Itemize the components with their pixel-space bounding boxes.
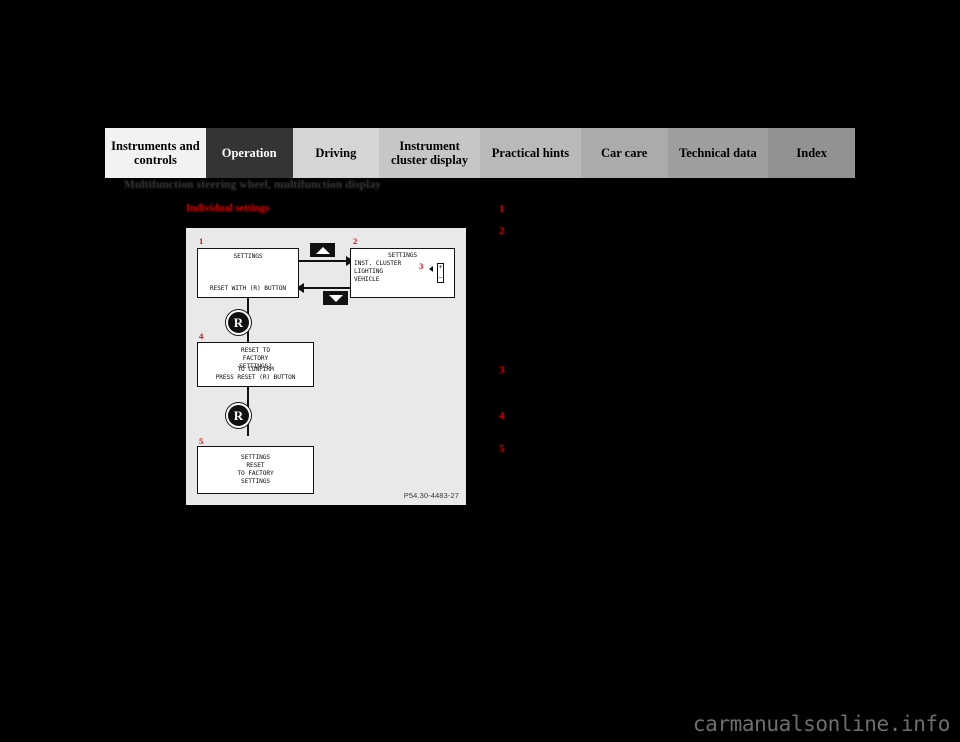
screen1-footer: RESET WITH (R) BUTTON: [209, 285, 287, 293]
screen4-instruction: TO CONFIRM PRESS RESET (R) BUTTON: [215, 366, 296, 382]
page-title: Multifunction steering wheel, multifunct…: [124, 179, 382, 191]
sub-heading: Individual settings: [186, 203, 270, 214]
callout-number-4: 4: [499, 410, 505, 422]
callout-number-3: 3: [499, 364, 505, 376]
figure-marker-5: 5: [199, 436, 204, 446]
display-screen-reset-done: SETTINGS RESET TO FACTORY SETTINGS: [197, 446, 314, 494]
scrollbar[interactable]: + –: [437, 263, 444, 283]
figure-panel: 1 SETTINGS RESET WITH (R) BUTTON 2 SETTI…: [186, 228, 466, 505]
scroll-up-chip[interactable]: [310, 243, 335, 257]
tab-operation[interactable]: Operation: [205, 128, 293, 178]
screen1-title: SETTINGS: [233, 253, 263, 260]
tab-car-care[interactable]: Car care: [580, 128, 668, 178]
figure-marker-4: 4: [199, 331, 204, 341]
scrollbar-plus-label: +: [438, 264, 443, 271]
chevron-down-icon: [328, 294, 343, 302]
tab-index[interactable]: Index: [768, 128, 855, 178]
screen2-title: SETTINGS: [387, 252, 417, 259]
figure-reference-code: P54.30-4483-27: [403, 491, 459, 500]
tab-practical-hints[interactable]: Practical hints: [480, 128, 581, 178]
reset-button-icon-2[interactable]: R: [226, 403, 251, 428]
tab-technical-data[interactable]: Technical data: [667, 128, 769, 178]
display-screen-settings-menu: SETTINGS INST. CLUSTER LIGHTING VEHICLE …: [350, 248, 455, 298]
figure-marker-1: 1: [199, 236, 204, 246]
callout-number-5: 5: [499, 443, 505, 455]
figure-marker-3: 3: [419, 261, 424, 271]
reset-button-icon-1[interactable]: R: [226, 310, 251, 335]
figure-marker-2: 2: [353, 236, 358, 246]
chevron-up-icon: [315, 246, 330, 254]
pointer-icon: [429, 266, 433, 272]
display-screen-reset-confirm: RESET TO FACTORY SETTINGS? TO CONFIRM PR…: [197, 342, 314, 387]
tab-driving[interactable]: Driving: [292, 128, 380, 178]
watermark: carmanualsonline.info: [692, 712, 951, 736]
tab-instruments-and-controls[interactable]: Instruments and controls: [105, 128, 206, 178]
callout-number-2: 2: [499, 225, 505, 237]
scrollbar-minus-label: –: [438, 274, 443, 281]
screen5-text: SETTINGS RESET TO FACTORY SETTINGS: [237, 454, 274, 485]
manual-page: Instruments and controls Operation Driving…: [0, 0, 960, 742]
section-tab-bar[interactable]: Instruments and controls Operation Driving…: [105, 128, 855, 178]
screen2-menu-items[interactable]: INST. CLUSTER LIGHTING VEHICLE: [354, 260, 401, 284]
connector-line-right: [298, 260, 350, 262]
callout-number-1: 1: [499, 203, 505, 215]
display-screen-settings-main: SETTINGS RESET WITH (R) BUTTON: [197, 248, 299, 298]
connector-line-left: [304, 287, 352, 289]
scroll-down-chip[interactable]: [323, 291, 348, 305]
tab-instrument-cluster-display[interactable]: Instrument cluster display: [379, 128, 480, 178]
